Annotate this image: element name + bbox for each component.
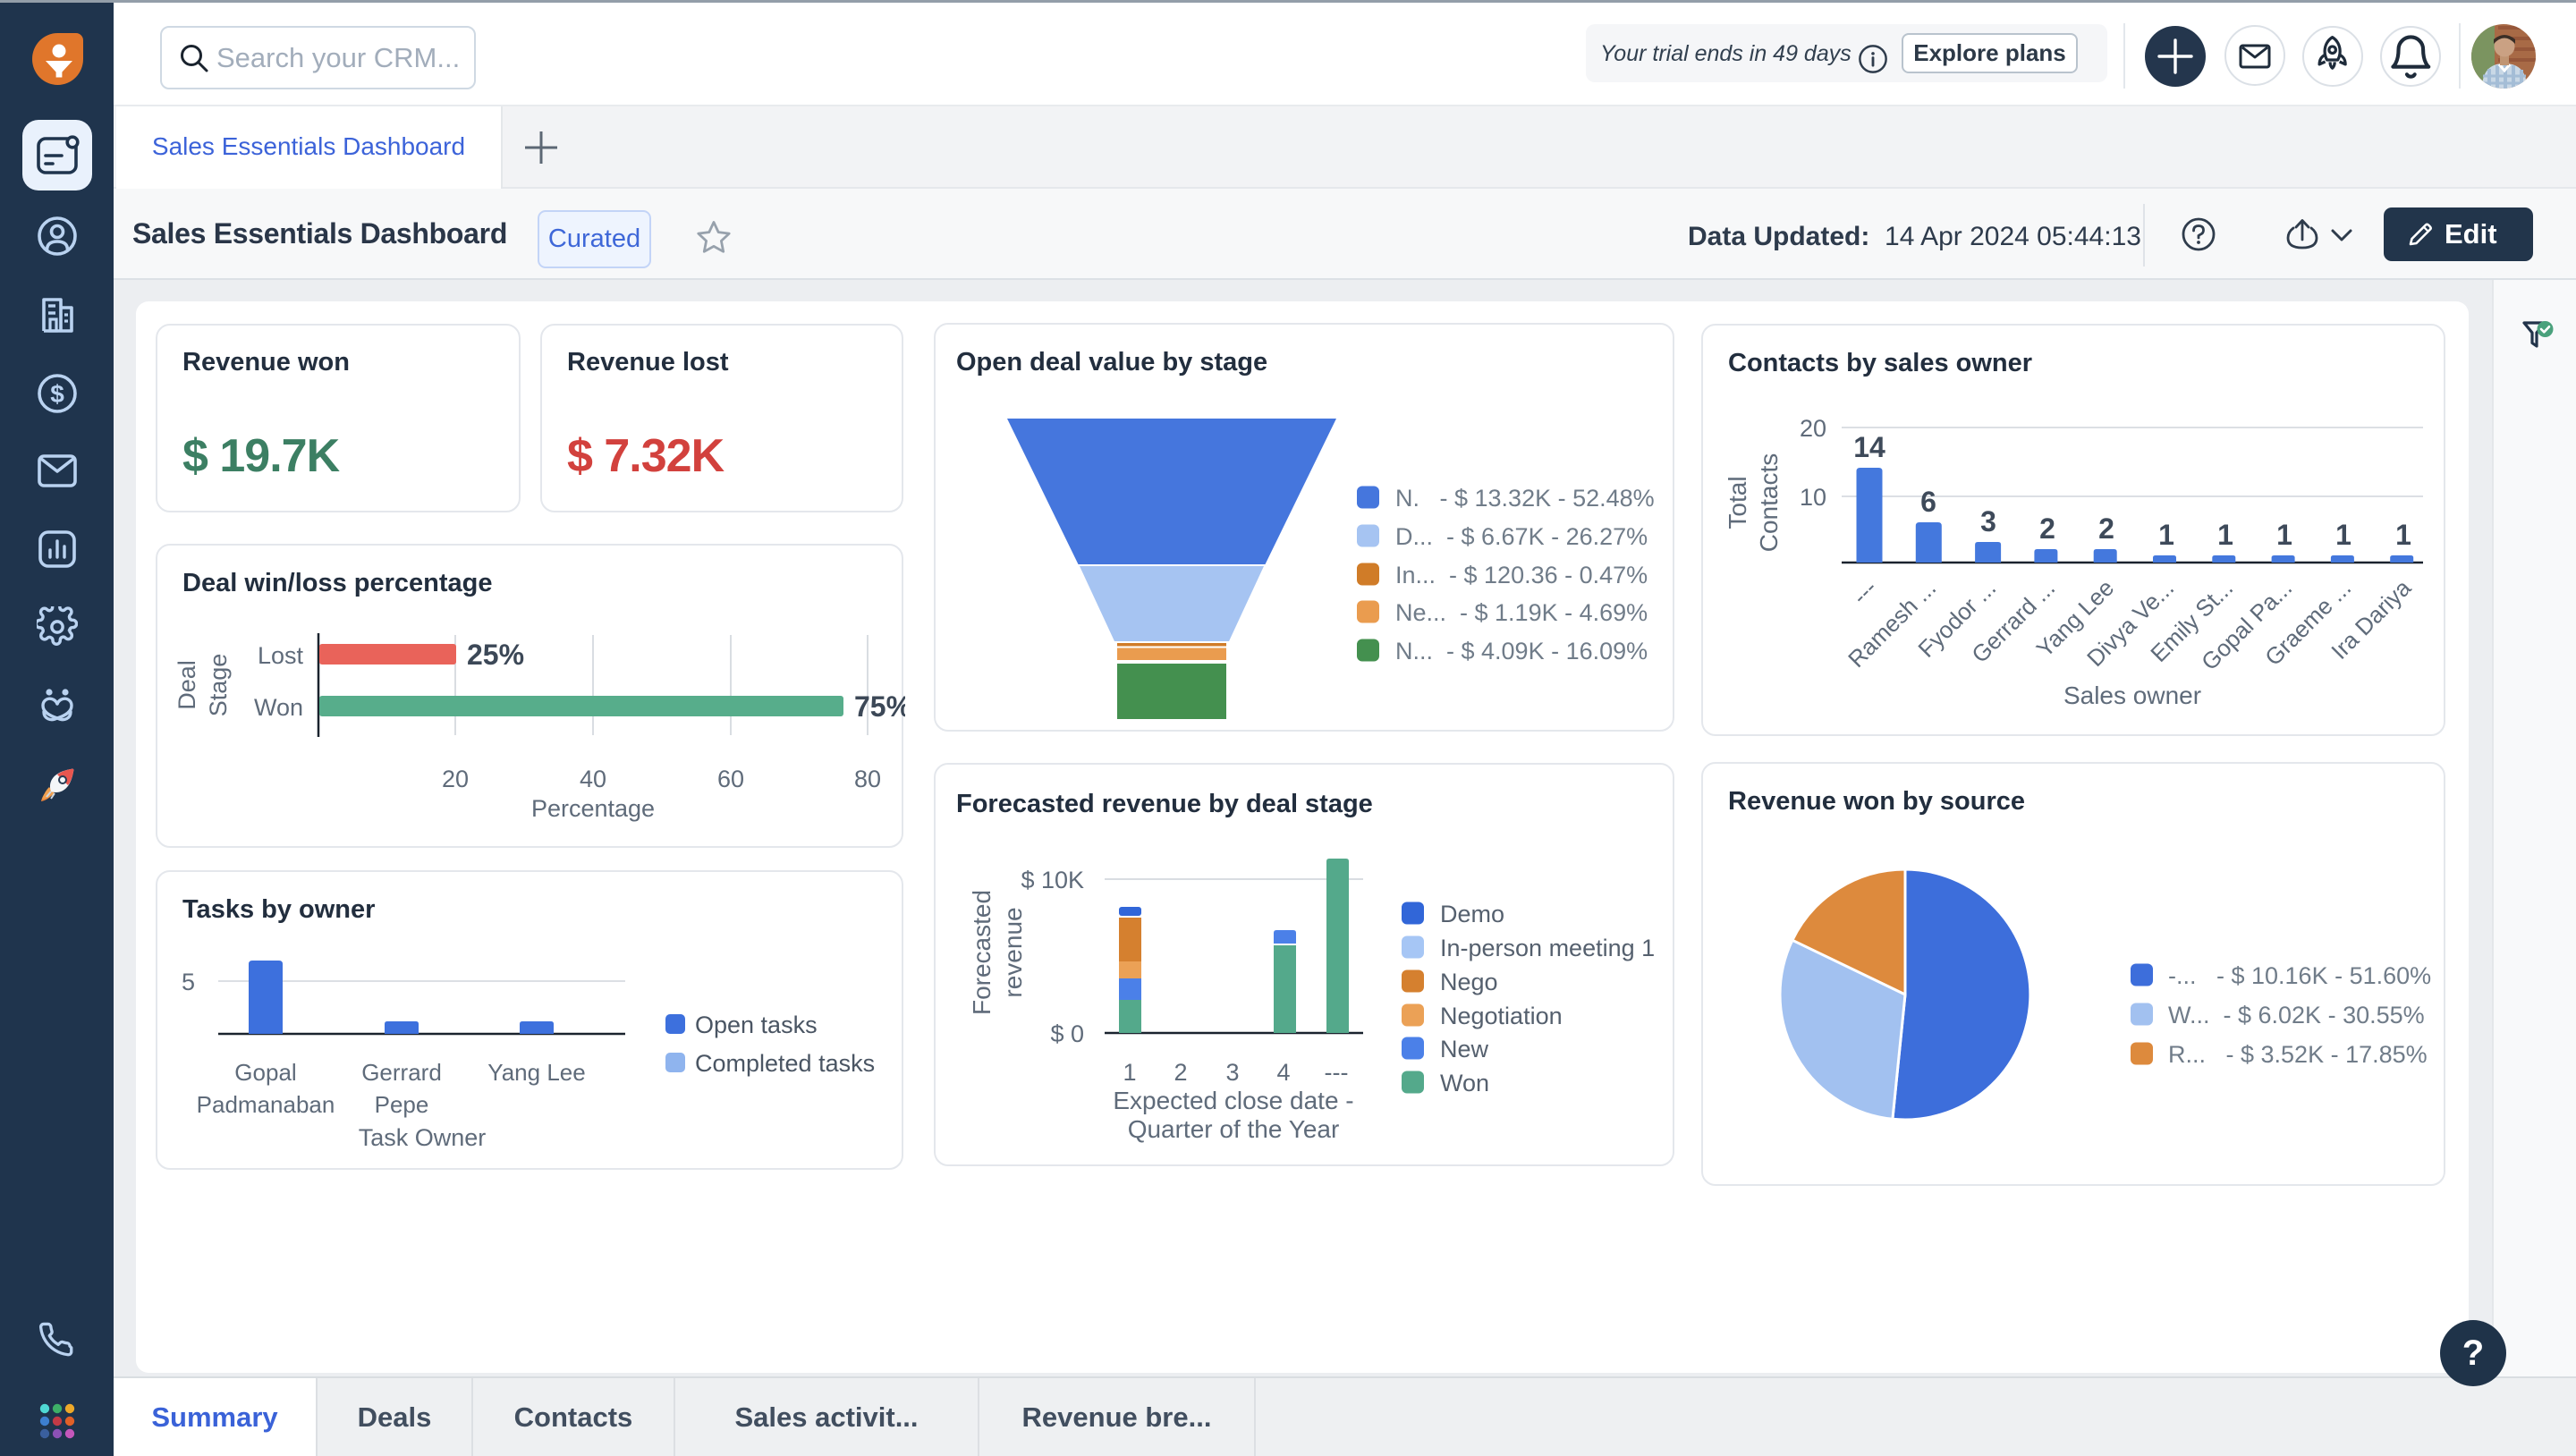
svg-text:$ 10K: $ 10K bbox=[1021, 867, 1084, 893]
svg-text:Total: Total bbox=[1724, 476, 1751, 529]
svg-text:20: 20 bbox=[442, 766, 469, 792]
svg-text:40: 40 bbox=[580, 766, 606, 792]
svg-text:1: 1 bbox=[2335, 519, 2351, 551]
svg-text:Sales owner: Sales owner bbox=[2063, 681, 2201, 709]
svg-text:R... - $ 3.52K - 17.85%: R... - $ 3.52K - 17.85% bbox=[2168, 1041, 2428, 1068]
svg-text:Percentage: Percentage bbox=[531, 795, 655, 822]
svg-text:-... - $ 10.16K - 51.60%: -... - $ 10.16K - 51.60% bbox=[2168, 962, 2431, 989]
svg-text:2: 2 bbox=[1174, 1059, 1187, 1086]
svg-text:3: 3 bbox=[1980, 505, 1996, 538]
svg-text:6: 6 bbox=[1920, 486, 1936, 518]
svg-text:Open tasks: Open tasks bbox=[695, 1012, 818, 1038]
svg-text:Gopal: Gopal bbox=[234, 1059, 296, 1086]
svg-text:D... - $ 6.67K - 26.27%: D... - $ 6.67K - 26.27% bbox=[1395, 523, 1648, 550]
svg-text:$: $ bbox=[50, 380, 64, 408]
svg-text:80: 80 bbox=[854, 766, 881, 792]
svg-text:1: 1 bbox=[1123, 1059, 1136, 1086]
svg-text:20: 20 bbox=[1800, 415, 1826, 442]
svg-text:1: 1 bbox=[2217, 519, 2233, 551]
svg-text:1: 1 bbox=[2276, 519, 2292, 551]
svg-text:10: 10 bbox=[1800, 484, 1826, 511]
svg-text:4: 4 bbox=[1276, 1059, 1290, 1086]
svg-text:1: 1 bbox=[2395, 519, 2411, 551]
svg-text:14: 14 bbox=[1853, 431, 1885, 463]
svg-text:revenue: revenue bbox=[999, 907, 1027, 997]
svg-text:W... - $ 6.02K - 30.55%: W... - $ 6.02K - 30.55% bbox=[2168, 1002, 2425, 1029]
svg-text:1: 1 bbox=[2158, 519, 2174, 551]
svg-text:Gerrard: Gerrard bbox=[361, 1059, 442, 1086]
svg-text:Pepe: Pepe bbox=[375, 1091, 429, 1118]
svg-text:In-person meeting 1: In-person meeting 1 bbox=[1440, 935, 1655, 961]
svg-text:---: --- bbox=[1325, 1059, 1349, 1086]
svg-text:Nego: Nego bbox=[1440, 969, 1498, 995]
svg-text:25%: 25% bbox=[467, 639, 524, 671]
svg-text:Padmanaban: Padmanaban bbox=[197, 1091, 335, 1118]
svg-text:Ne... - $ 1.19K - 4.69%: Ne... - $ 1.19K - 4.69% bbox=[1395, 599, 1648, 626]
svg-text:N... - $ 4.09K - 16.09%: N... - $ 4.09K - 16.09% bbox=[1395, 638, 1648, 665]
svg-text:Completed tasks: Completed tasks bbox=[695, 1050, 875, 1077]
svg-text:Quarter of the Year: Quarter of the Year bbox=[1128, 1115, 1340, 1143]
svg-text:Won: Won bbox=[254, 694, 303, 721]
svg-text:Expected close date -: Expected close date - bbox=[1113, 1087, 1353, 1114]
svg-text:Lost: Lost bbox=[258, 642, 304, 669]
svg-text:Task Owner: Task Owner bbox=[359, 1124, 487, 1151]
svg-text:Stage: Stage bbox=[205, 654, 232, 717]
svg-text:Negotiation: Negotiation bbox=[1440, 1003, 1563, 1029]
svg-text:2: 2 bbox=[2039, 512, 2055, 545]
svg-text:N. - $ 13.32K - 52.48%: N. - $ 13.32K - 52.48% bbox=[1395, 485, 1655, 512]
svg-text:New: New bbox=[1440, 1036, 1489, 1062]
svg-text:Won: Won bbox=[1440, 1070, 1489, 1096]
svg-text:3: 3 bbox=[1225, 1059, 1239, 1086]
svg-text:In... - $ 120.36 - 0.47%: In... - $ 120.36 - 0.47% bbox=[1395, 562, 1648, 588]
svg-text:---: --- bbox=[1847, 574, 1883, 610]
svg-text:$ 0: $ 0 bbox=[1050, 1020, 1084, 1047]
svg-text:2: 2 bbox=[2098, 512, 2114, 545]
svg-text:Demo: Demo bbox=[1440, 901, 1504, 927]
svg-text:Yang Lee: Yang Lee bbox=[487, 1059, 585, 1086]
svg-text:Deal: Deal bbox=[174, 660, 200, 710]
svg-text:60: 60 bbox=[717, 766, 744, 792]
svg-text:5: 5 bbox=[182, 969, 195, 995]
svg-text:Forecasted: Forecasted bbox=[968, 890, 996, 1015]
svg-text:Contacts: Contacts bbox=[1755, 453, 1783, 553]
svg-text:75%: 75% bbox=[854, 690, 905, 723]
